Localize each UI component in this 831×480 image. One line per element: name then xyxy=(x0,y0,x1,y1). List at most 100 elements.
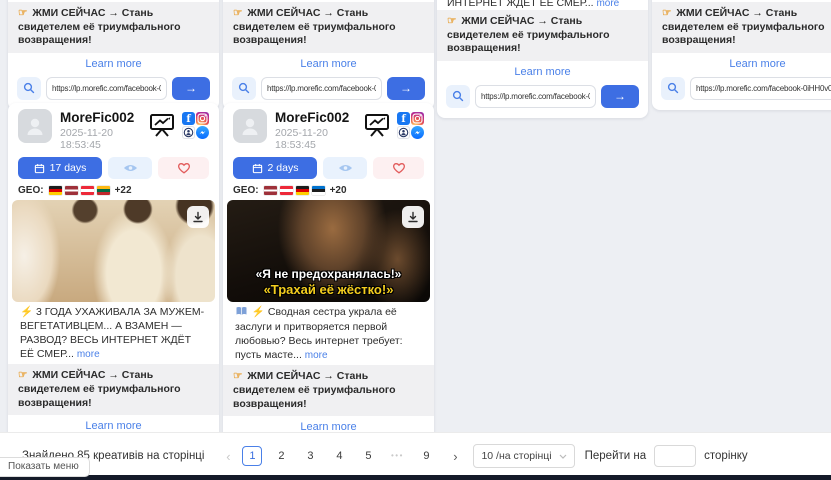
facebook-icon xyxy=(182,112,195,125)
open-url-button[interactable]: → xyxy=(387,77,425,100)
learn-more-link[interactable]: Learn more xyxy=(223,56,434,72)
creative-card-2: MoreFic002 2025-11-20 18:53:45 xyxy=(223,103,434,469)
card-header: MoreFic002 2025-11-20 18:53:45 xyxy=(8,103,219,153)
download-image-button[interactable] xyxy=(187,206,209,228)
more-link[interactable]: more xyxy=(305,350,328,361)
creative-text: ИНТЕРНЕТ ЖДЁТ ЕЁ СМЕР... xyxy=(18,0,167,1)
show-menu-button[interactable]: Показать меню xyxy=(0,457,90,477)
creative-text: ИНТЕРНЕТ ЖДЁТ ЕЁ СМЕР... xyxy=(662,0,811,1)
open-url-button[interactable]: → xyxy=(601,85,639,108)
creative-date: 2025-11-20 18:53:45 xyxy=(60,127,140,151)
analytics-board-icon[interactable] xyxy=(363,112,391,138)
page-button-1[interactable]: 1 xyxy=(242,446,262,466)
goto-label: Перейти на xyxy=(585,450,647,462)
more-link[interactable]: more xyxy=(382,0,405,1)
page-button-9[interactable]: 9 xyxy=(416,446,436,466)
page-size-value: 10 /на сторінці xyxy=(481,450,551,462)
lightning-icon: ⚡ xyxy=(252,306,265,318)
messenger-icon xyxy=(411,126,424,139)
search-icon xyxy=(667,82,679,94)
goto-suffix: сторінку xyxy=(704,450,748,462)
geo-label: GEO: xyxy=(18,185,44,196)
heart-icon xyxy=(392,162,406,174)
learn-more-link[interactable]: Learn more xyxy=(8,56,219,72)
page-size-select[interactable]: 10 /на сторінці xyxy=(473,444,574,468)
creative-text-block: ⚡ 3 ГОДА УХАЖИВАЛА ЗА МУЖЕМ-ВЕГЕТАТИВЦЕМ… xyxy=(8,302,219,364)
profile-name: MoreFic002 xyxy=(275,110,355,125)
page-button-3[interactable]: 3 xyxy=(300,446,320,466)
analytics-board-icon[interactable] xyxy=(148,112,176,138)
eye-icon xyxy=(338,163,353,173)
creative-card-top-2: ИНТЕРНЕТ ЖДЁТ ЕЁ СМЕР... more ☞ ЖМИ СЕЙЧ… xyxy=(223,0,434,110)
url-input[interactable] xyxy=(261,77,382,100)
more-link[interactable]: more xyxy=(596,0,619,9)
chevron-down-icon xyxy=(559,454,567,459)
header-icons xyxy=(363,109,424,139)
days-label: 17 days xyxy=(50,162,87,174)
card-actions: 2 days xyxy=(223,153,434,181)
favorite-button[interactable] xyxy=(158,157,209,179)
geo-more-count: +22 xyxy=(115,185,132,196)
calendar-icon xyxy=(252,163,263,174)
url-input[interactable] xyxy=(690,77,831,100)
instagram-icon xyxy=(411,112,424,125)
flag-de-icon xyxy=(49,186,62,195)
page-button-2[interactable]: 2 xyxy=(271,446,291,466)
learn-more-link[interactable]: Learn more xyxy=(437,64,648,80)
search-button[interactable] xyxy=(232,77,256,100)
views-button[interactable] xyxy=(323,157,367,179)
flag-at-icon xyxy=(280,186,293,195)
more-link[interactable]: more xyxy=(77,349,100,360)
pointing-hand-icon: ☞ xyxy=(18,7,27,19)
creative-image[interactable] xyxy=(12,200,215,302)
callout-text: ЖМИ СЕЙЧАС → Стань свидетелем её триумфа… xyxy=(662,7,825,46)
profile-name: MoreFic002 xyxy=(60,110,140,125)
favorite-button[interactable] xyxy=(373,157,424,179)
page-button-4[interactable]: 4 xyxy=(329,446,349,466)
search-icon xyxy=(238,82,250,94)
creative-text-cut: ИНТЕРНЕТ ЖДЁТ ЕЁ СМЕР... more xyxy=(223,0,434,2)
days-badge[interactable]: 2 days xyxy=(233,157,317,179)
pagination: Знайдено 85 креативів на сторінці ‹ 1234… xyxy=(0,433,831,468)
overlay-line-1: «Я не предохранялась!» xyxy=(227,267,430,281)
flag-at-icon xyxy=(81,186,94,195)
creative-text-cut: ИНТЕРНЕТ ЖДЁТ ЕЁ СМЕР... more xyxy=(652,0,831,2)
days-badge[interactable]: 17 days xyxy=(18,157,102,179)
views-button[interactable] xyxy=(108,157,152,179)
search-button[interactable] xyxy=(661,77,685,100)
eye-icon xyxy=(123,163,138,173)
lightning-icon: ⚡ xyxy=(20,306,33,318)
callout: ☞ ЖМИ СЕЙЧАС → Стань свидетелем её триум… xyxy=(437,10,648,61)
flag-lt-icon xyxy=(97,186,110,195)
card-actions: 17 days xyxy=(8,153,219,181)
avatar xyxy=(233,109,267,143)
open-url-button[interactable]: → xyxy=(172,77,210,100)
learn-more-link[interactable]: Learn more xyxy=(652,56,831,72)
more-link[interactable]: more xyxy=(167,0,190,1)
flag-de-icon xyxy=(296,186,309,195)
callout-text: ЖМИ СЕЙЧАС → Стань свидетелем её триумфа… xyxy=(233,370,396,409)
next-page-button[interactable]: › xyxy=(447,449,463,464)
card-header: MoreFic002 2025-11-20 18:53:45 xyxy=(223,103,434,153)
page-button-5[interactable]: 5 xyxy=(358,446,378,466)
url-input[interactable] xyxy=(475,85,596,108)
creative-date: 2025-11-20 18:53:45 xyxy=(275,127,355,151)
audience-network-icon xyxy=(397,126,410,139)
callout: ☞ ЖМИ СЕЙЧАС → Стань свидетелем её триум… xyxy=(8,364,219,415)
creative-card-top-1: ИНТЕРНЕТ ЖДЁТ ЕЁ СМЕР... more ☞ ЖМИ СЕЙЧ… xyxy=(8,0,219,110)
bottom-bar xyxy=(0,475,831,480)
footer-bar: Знайдено 85 креативів на сторінці ‹ 1234… xyxy=(0,432,831,480)
profile-info: MoreFic002 2025-11-20 18:53:45 xyxy=(60,109,140,151)
goto-page-input[interactable] xyxy=(654,445,696,467)
creative-image[interactable]: «Я не предохранялась!» «Трахай её жёстко… xyxy=(227,200,430,302)
url-input[interactable] xyxy=(46,77,167,100)
search-button[interactable] xyxy=(446,85,470,108)
creative-card-1: MoreFic002 2025-11-20 18:53:45 xyxy=(8,103,219,468)
prev-page-button[interactable]: ‹ xyxy=(220,449,236,464)
search-button[interactable] xyxy=(17,77,41,100)
creative-text-cut: ИНТЕРНЕТ ЖДЁТ ЕЁ СМЕР... more xyxy=(437,0,648,10)
more-link[interactable]: more xyxy=(811,0,831,1)
callout-text: ЖМИ СЕЙЧАС → Стань свидетелем её триумфа… xyxy=(18,7,181,46)
messenger-icon xyxy=(196,126,209,139)
download-image-button[interactable] xyxy=(402,206,424,228)
